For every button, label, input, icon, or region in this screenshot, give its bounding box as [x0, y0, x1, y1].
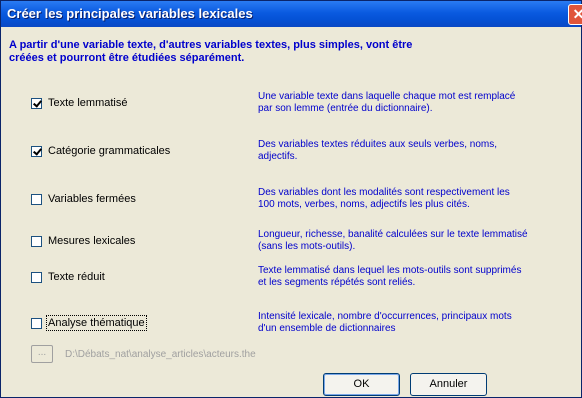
option-description: Texte lemmatisé dans lequel les mots-out…	[258, 265, 568, 289]
description-line: Longueur, richesse, banalité calculées s…	[258, 229, 528, 240]
dialog-window: Créer les principales variables lexicale…	[0, 0, 582, 398]
option-row-analyse-thematique: Analyse thématique Intensité lexicale, n…	[1, 307, 581, 347]
ok-button[interactable]: OK	[323, 373, 400, 396]
checkbox-box[interactable]	[31, 271, 42, 283]
option-row-categorie-grammaticales: Catégorie grammaticales Des variables te…	[1, 135, 581, 175]
checkbox-box[interactable]	[31, 145, 42, 157]
option-description: Des variables dont les modalités sont re…	[258, 187, 568, 211]
dictionary-path: D:\Débats_nat\analyse_articles\acteurs.t…	[65, 349, 256, 360]
description-line: Une variable texte dans laquelle chaque …	[258, 91, 516, 102]
checkbox-mesures-lexicales[interactable]: Mesures lexicales	[31, 235, 135, 247]
option-label: Texte réduit	[48, 271, 105, 283]
option-label: Catégorie grammaticales	[48, 145, 171, 157]
intro-line-1: A partir d'une variable texte, d'autres …	[9, 39, 413, 51]
option-label: Texte lemmatisé	[48, 97, 128, 109]
option-row-variables-fermees: Variables fermées Des variables dont les…	[1, 183, 581, 223]
checkbox-box[interactable]	[31, 97, 42, 109]
option-label: Mesures lexicales	[48, 235, 136, 247]
intro-text: A partir d'une variable texte, d'autres …	[9, 39, 569, 65]
checkbox-texte-reduit[interactable]: Texte réduit	[31, 271, 105, 283]
checkbox-texte-lemmatise[interactable]: Texte lemmatisé	[31, 97, 127, 109]
option-description: Une variable texte dans laquelle chaque …	[258, 91, 568, 115]
option-description: Des variables textes réduites aux seuls …	[258, 139, 568, 163]
option-row-texte-reduit: Texte réduit Texte lemmatisé dans lequel…	[1, 261, 581, 301]
description-line: adjectifs.	[258, 151, 298, 162]
option-description: Intensité lexicale, nombre d'occurrences…	[258, 311, 568, 335]
description-line: Des variables textes réduites aux seuls …	[258, 139, 497, 150]
checkbox-box[interactable]	[31, 193, 42, 205]
browse-button[interactable]: ...	[31, 345, 53, 363]
description-line: Intensité lexicale, nombre d'occurrences…	[258, 311, 512, 322]
description-line: (sans les mots-outils).	[258, 241, 356, 252]
dialog-title: Créer les principales variables lexicale…	[7, 6, 253, 21]
option-label: Analyse thématique	[46, 315, 147, 331]
intro-line-2: créées et pourront être étudiées séparém…	[9, 52, 245, 64]
checkbox-box[interactable]	[31, 317, 42, 329]
checkbox-analyse-thematique[interactable]: Analyse thématique	[31, 315, 147, 331]
cancel-button[interactable]: Annuler	[410, 373, 487, 396]
description-line: d'un ensemble de dictionnaires	[258, 323, 396, 334]
option-row-mesures-lexicales: Mesures lexicales Longueur, richesse, ba…	[1, 225, 581, 265]
title-bar[interactable]: Créer les principales variables lexicale…	[1, 1, 582, 27]
checkbox-box[interactable]	[31, 235, 42, 247]
option-description: Longueur, richesse, banalité calculées s…	[258, 229, 568, 253]
description-line: Des variables dont les modalités sont re…	[258, 187, 510, 198]
option-label: Variables fermées	[48, 193, 136, 205]
description-line: par son lemme (entrée du dictionnaire).	[258, 103, 433, 114]
checkbox-categorie-grammaticales[interactable]: Catégorie grammaticales	[31, 145, 170, 157]
description-line: 100 mots, verbes, noms, adjectifs les pl…	[258, 199, 470, 210]
description-line: Texte lemmatisé dans lequel les mots-out…	[258, 265, 522, 276]
description-line: et les segments répétés sont reliés.	[258, 277, 416, 288]
close-button[interactable]: ✕	[568, 4, 582, 25]
option-row-texte-lemmatise: Texte lemmatisé Une variable texte dans …	[1, 87, 581, 127]
checkbox-variables-fermees[interactable]: Variables fermées	[31, 193, 136, 205]
